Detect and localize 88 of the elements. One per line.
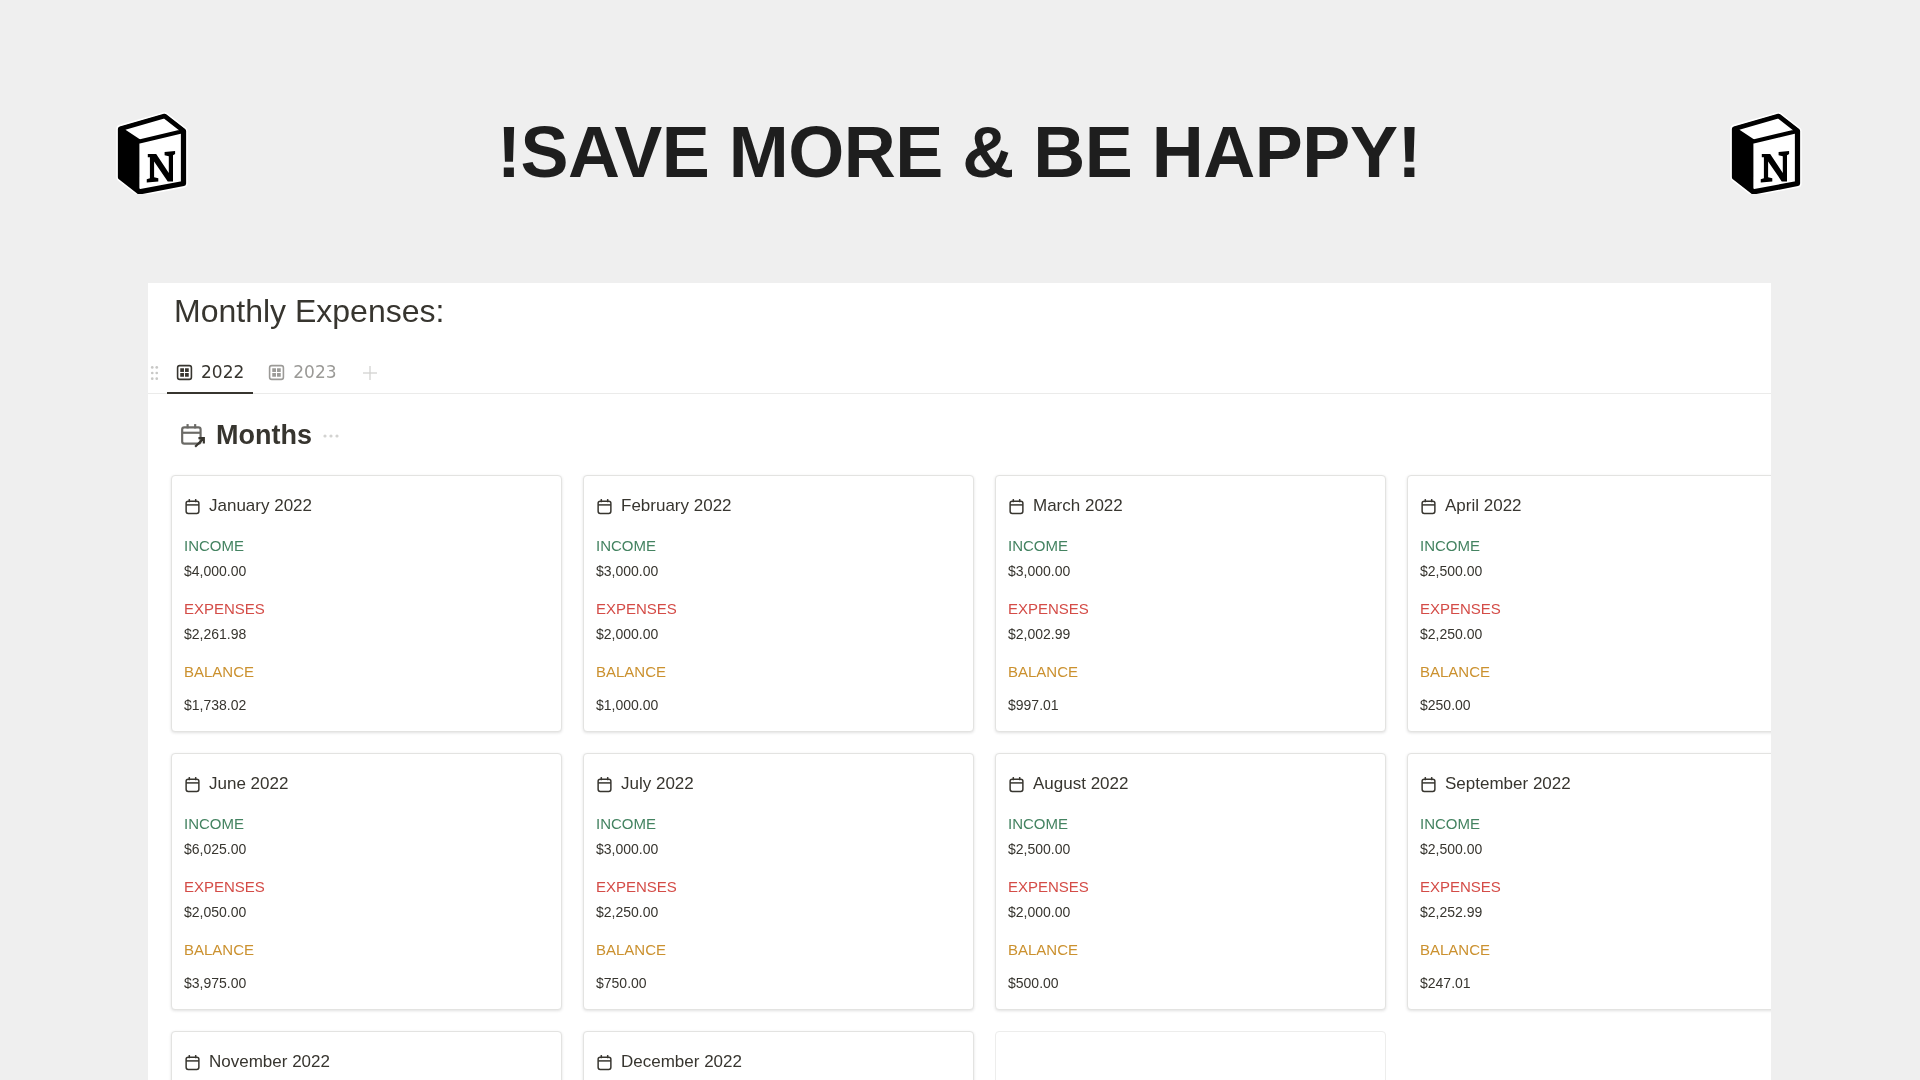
card-title: February 2022 [621, 496, 732, 516]
banner-title: !SAVE MORE & BE HAPPY! [497, 111, 1421, 193]
field-label: EXPENSES [596, 878, 678, 896]
field-label: EXPENSES [1008, 878, 1090, 896]
field-value: $2,500.00 [1008, 841, 1072, 859]
field-label: INCOME [596, 537, 657, 555]
field-label: BALANCE [1008, 941, 1080, 959]
field-label: BALANCE [596, 663, 668, 681]
card-title: March 2022 [1033, 496, 1123, 516]
field-label: BALANCE [1420, 941, 1492, 959]
field-value: $3,975.00 [184, 975, 248, 993]
calendar-icon [184, 1053, 201, 1071]
field-value: $2,002.99 [1008, 626, 1072, 644]
view-tab[interactable]: 2022 [167, 352, 254, 394]
field-value: $2,050.00 [184, 904, 248, 922]
field-label: BALANCE [184, 663, 256, 681]
month-card[interactable]: September 2022 INCOME $2,500.00 EXPENSES $2,252.99 BALANCE $247.01 [1407, 753, 1771, 1010]
field-label: EXPENSES [1008, 600, 1090, 618]
calendar-icon [596, 497, 613, 515]
card-title: November 2022 [209, 1052, 330, 1072]
field-label: EXPENSES [596, 600, 678, 618]
field-label: INCOME [1420, 537, 1481, 555]
add-view-icon[interactable] [361, 364, 378, 381]
calendar-icon [1420, 775, 1437, 793]
field-value: $247.01 [1420, 975, 1472, 993]
field-value: $750.00 [596, 975, 648, 993]
calendar-icon [1420, 497, 1437, 515]
calendar-icon [1008, 775, 1025, 793]
card-title: January 2022 [209, 496, 313, 516]
month-card[interactable]: November 2022 [171, 1031, 562, 1080]
field-label: INCOME [184, 537, 245, 555]
field-value: $2,250.00 [596, 904, 660, 922]
field-label: INCOME [596, 815, 657, 833]
field-value: $4,000.00 [184, 563, 248, 581]
field-value: $2,000.00 [596, 626, 660, 644]
calendar-icon [596, 1053, 613, 1071]
field-label: BALANCE [1008, 663, 1080, 681]
field-value: $2,252.99 [1420, 904, 1484, 922]
page-title: Monthly Expenses: [173, 292, 446, 330]
card-title: July 2022 [621, 774, 694, 794]
card-title: September 2022 [1445, 774, 1571, 794]
card-title: December 2022 [621, 1052, 742, 1072]
month-card[interactable]: July 2022 INCOME $3,000.00 EXPENSES $2,250.00 BALANCE $750.00 [583, 753, 974, 1010]
gallery-title: Months [216, 420, 312, 451]
calendar-icon [184, 775, 201, 793]
field-value: $2,500.00 [1420, 563, 1484, 581]
table-icon [176, 363, 193, 381]
field-value: $2,261.98 [184, 626, 248, 644]
month-card[interactable]: December 2022 [583, 1031, 974, 1080]
month-card[interactable]: August 2022 INCOME $2,500.00 EXPENSES $2,000.00 BALANCE $500.00 [995, 753, 1386, 1010]
month-card[interactable]: January 2022 INCOME $4,000.00 EXPENSES $2,261.98 BALANCE $1,738.02 [171, 475, 562, 732]
drag-handle-icon[interactable] [150, 364, 159, 381]
calendar-icon [1008, 497, 1025, 515]
month-card[interactable]: February 2022 INCOME $3,000.00 EXPENSES $2,000.00 BALANCE $1,000.00 [583, 475, 974, 732]
field-value: $997.01 [1008, 697, 1060, 715]
calendar-icon [184, 497, 201, 515]
table-icon [268, 363, 286, 381]
field-value: $2,250.00 [1420, 626, 1484, 644]
field-label: BALANCE [1420, 663, 1492, 681]
field-label: EXPENSES [184, 600, 266, 618]
field-label: INCOME [1420, 815, 1481, 833]
field-label: EXPENSES [1420, 878, 1502, 896]
month-card[interactable]: April 2022 INCOME $2,500.00 EXPENSES $2,250.00 BALANCE $250.00 [1407, 475, 1771, 732]
field-label: INCOME [1008, 537, 1069, 555]
field-value: $3,000.00 [1008, 563, 1072, 581]
field-value: $3,000.00 [596, 841, 660, 859]
calendar-arrow-icon [180, 422, 206, 449]
more-icon[interactable] [322, 433, 340, 438]
card-title: August 2022 [1033, 774, 1129, 794]
field-label: BALANCE [184, 941, 256, 959]
field-label: INCOME [1008, 815, 1069, 833]
field-label: EXPENSES [184, 878, 266, 896]
field-value: $2,000.00 [1008, 904, 1072, 922]
field-value: $500.00 [1008, 975, 1060, 993]
field-value: $3,000.00 [596, 563, 660, 581]
calendar-icon [596, 775, 613, 793]
field-label: INCOME [184, 815, 245, 833]
field-label: EXPENSES [1420, 600, 1502, 618]
card-title: June 2022 [209, 774, 289, 794]
field-label: BALANCE [596, 941, 668, 959]
field-value: $2,500.00 [1420, 841, 1484, 859]
field-value: $1,738.02 [184, 697, 248, 715]
field-value: $1,000.00 [596, 697, 660, 715]
card-title: April 2022 [1445, 496, 1522, 516]
field-value: $250.00 [1420, 697, 1472, 715]
field-value: $6,025.00 [184, 841, 248, 859]
month-card[interactable]: March 2022 INCOME $3,000.00 EXPENSES $2,002.99 BALANCE $997.01 [995, 475, 1386, 732]
month-card[interactable]: June 2022 INCOME $6,025.00 EXPENSES $2,050.00 BALANCE $3,975.00 [171, 753, 562, 1010]
